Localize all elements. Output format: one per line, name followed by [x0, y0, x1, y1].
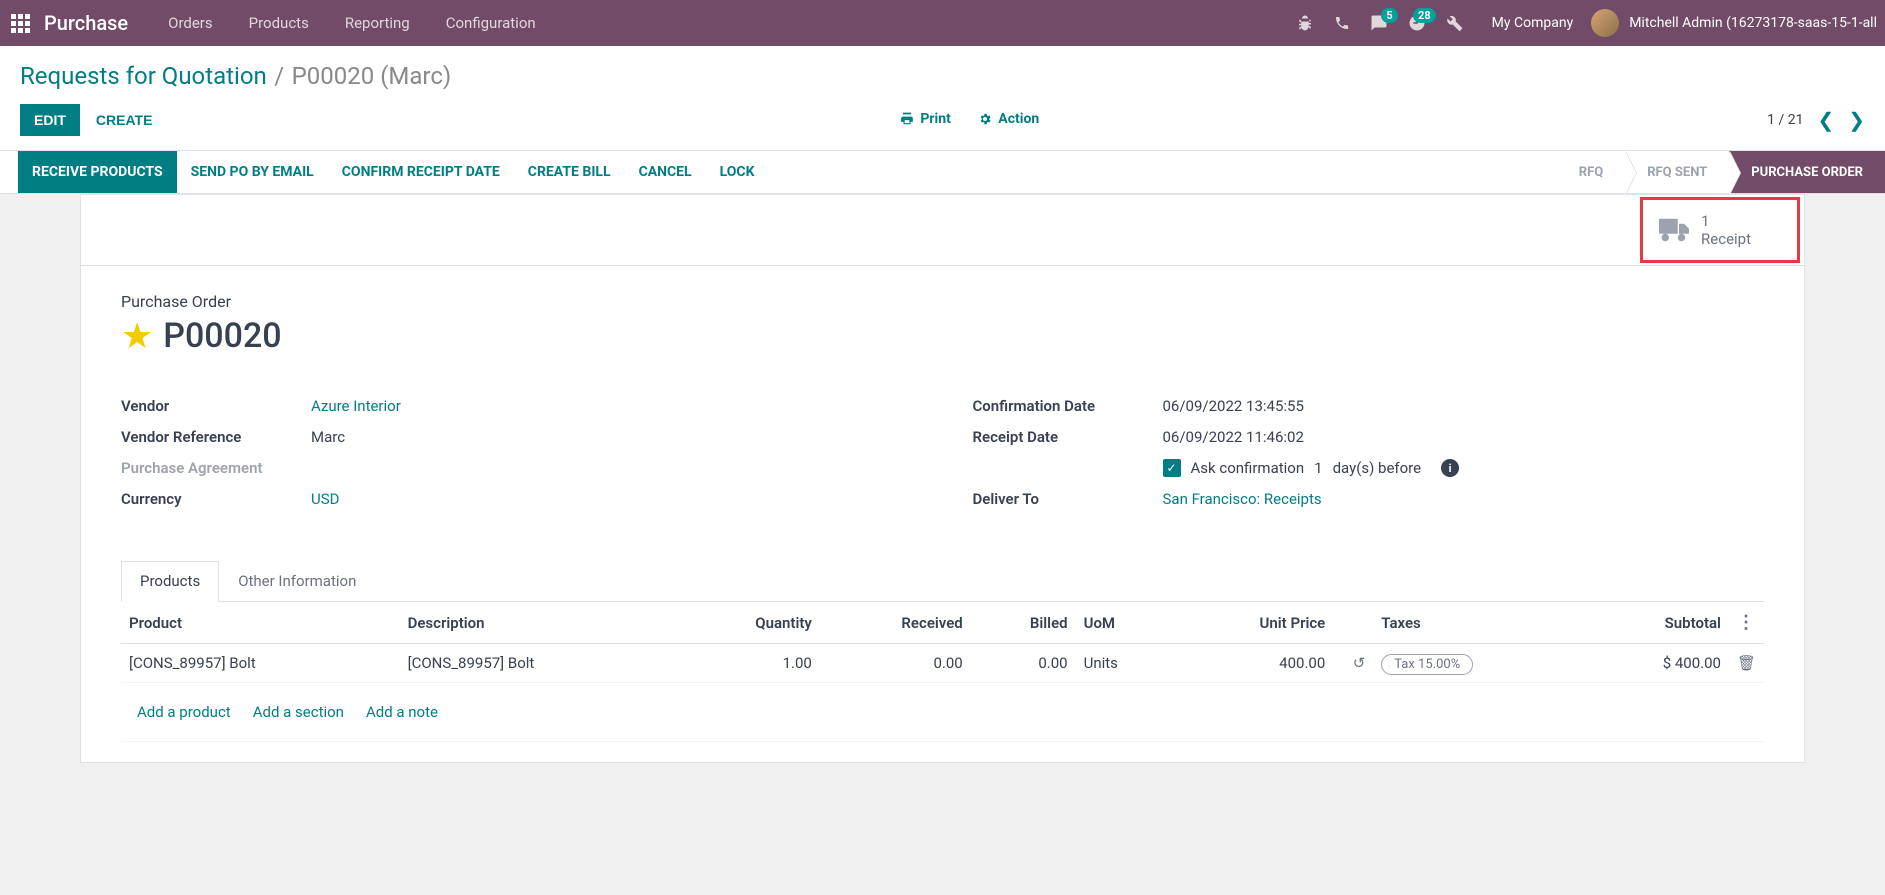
truck-icon — [1659, 218, 1689, 242]
print-icon — [900, 112, 914, 126]
activities-icon[interactable]: 28 — [1408, 14, 1426, 32]
nav-products[interactable]: Products — [249, 14, 309, 32]
tabs: Products Other Information — [121, 561, 1764, 602]
cell-desc: [CONS_89957] Bolt — [400, 644, 679, 683]
add-product-link[interactable]: Add a product — [137, 703, 231, 721]
nav-configuration[interactable]: Configuration — [446, 14, 536, 32]
th-received[interactable]: Received — [820, 602, 971, 644]
messages-icon[interactable]: 5 — [1370, 14, 1388, 32]
form-sheet: 1 Receipt Purchase Order ★ P00020 Vendor… — [80, 194, 1805, 763]
delete-row-icon[interactable]: 🗑 — [1737, 654, 1756, 672]
record-name: P00020 — [163, 316, 281, 356]
cell-received: 0.00 — [820, 644, 971, 683]
print-button[interactable]: Print — [900, 111, 950, 127]
columns-menu-icon[interactable]: ⋮ — [1737, 612, 1755, 633]
toolbar: EDIT CREATE Print Action 1 / 21 ❮ ❯ — [0, 94, 1885, 150]
pager-prev[interactable]: ❮ — [1817, 108, 1834, 132]
activities-badge: 28 — [1413, 8, 1436, 23]
pager-next[interactable]: ❯ — [1848, 108, 1865, 132]
receipt-label: Receipt — [1701, 230, 1751, 248]
tab-other-info[interactable]: Other Information — [219, 561, 375, 601]
star-icon[interactable]: ★ — [121, 315, 153, 357]
th-uom[interactable]: UoM — [1076, 602, 1174, 644]
tools-icon[interactable] — [1446, 14, 1464, 32]
nav-orders[interactable]: Orders — [168, 14, 213, 32]
confirm-receipt-date-button[interactable]: CONFIRM RECEIPT DATE — [328, 151, 514, 193]
purchase-agreement-label: Purchase Agreement — [121, 459, 311, 477]
receipt-date-label: Receipt Date — [973, 428, 1163, 446]
receipt-stat-button[interactable]: 1 Receipt — [1640, 197, 1800, 263]
vendor-value[interactable]: Azure Interior — [311, 397, 401, 415]
receipt-count: 1 — [1701, 212, 1751, 230]
gear-icon — [978, 112, 992, 126]
navbar: Purchase Orders Products Reporting Confi… — [0, 0, 1885, 46]
tab-products[interactable]: Products — [121, 561, 219, 602]
bug-icon[interactable] — [1296, 14, 1314, 32]
user-name: Mitchell Admin (16273178-saas-15-1-all — [1629, 15, 1877, 31]
record-type: Purchase Order — [121, 292, 1764, 311]
th-billed[interactable]: Billed — [971, 602, 1076, 644]
status-steps: RFQ RFQ SENT PURCHASE ORDER — [1557, 151, 1885, 193]
step-purchase-order[interactable]: PURCHASE ORDER — [1729, 151, 1885, 193]
avatar — [1591, 9, 1619, 37]
currency-label: Currency — [121, 490, 311, 508]
th-description[interactable]: Description — [400, 602, 679, 644]
cell-price: 400.00 — [1174, 644, 1333, 683]
th-product[interactable]: Product — [121, 602, 400, 644]
breadcrumb-link[interactable]: Requests for Quotation — [20, 62, 267, 90]
breadcrumb-current: P00020 (Marc) — [292, 62, 452, 90]
edit-button[interactable]: EDIT — [20, 104, 80, 136]
app-brand[interactable]: Purchase — [44, 11, 128, 35]
cancel-button[interactable]: CANCEL — [625, 151, 706, 193]
add-section-link[interactable]: Add a section — [253, 703, 344, 721]
th-unit-price[interactable]: Unit Price — [1174, 602, 1333, 644]
breadcrumb: Requests for Quotation / P00020 (Marc) — [0, 46, 1885, 94]
confirmation-date-label: Confirmation Date — [973, 397, 1163, 415]
cell-subtotal: $ 400.00 — [1584, 644, 1729, 683]
receipt-date-value: 06/09/2022 11:46:02 — [1163, 428, 1304, 446]
receive-products-button[interactable]: RECEIVE PRODUCTS — [18, 151, 177, 193]
phone-icon[interactable] — [1334, 15, 1350, 31]
company-selector[interactable]: My Company — [1492, 15, 1574, 31]
step-rfq-sent[interactable]: RFQ SENT — [1625, 151, 1729, 193]
cell-qty: 1.00 — [678, 644, 820, 683]
apps-icon[interactable] — [8, 11, 32, 35]
action-button[interactable]: Action — [978, 111, 1039, 127]
step-rfq[interactable]: RFQ — [1557, 151, 1625, 193]
table-row[interactable]: [CONS_89957] Bolt [CONS_89957] Bolt 1.00… — [121, 644, 1764, 683]
confirmation-date-value: 06/09/2022 13:45:55 — [1163, 397, 1304, 415]
order-lines-table: Product Description Quantity Received Bi… — [121, 602, 1764, 742]
nav-reporting[interactable]: Reporting — [345, 14, 410, 32]
user-menu[interactable]: Mitchell Admin (16273178-saas-15-1-all — [1591, 9, 1877, 37]
th-subtotal[interactable]: Subtotal — [1584, 602, 1729, 644]
th-taxes[interactable]: Taxes — [1373, 602, 1584, 644]
lock-button[interactable]: LOCK — [706, 151, 769, 193]
create-bill-button[interactable]: CREATE BILL — [514, 151, 625, 193]
th-quantity[interactable]: Quantity — [678, 602, 820, 644]
deliver-to-value[interactable]: San Francisco: Receipts — [1163, 490, 1322, 508]
ask-confirmation-checkbox[interactable]: ✓ — [1163, 459, 1181, 477]
pager-text[interactable]: 1 / 21 — [1767, 112, 1803, 128]
currency-value[interactable]: USD — [311, 490, 339, 508]
tax-pill[interactable]: Tax 15.00% — [1381, 654, 1473, 675]
status-bar: RECEIVE PRODUCTS SEND PO BY EMAIL CONFIR… — [0, 150, 1885, 194]
vendor-ref-label: Vendor Reference — [121, 428, 311, 446]
messages-badge: 5 — [1381, 8, 1397, 23]
deliver-to-label: Deliver To — [973, 490, 1163, 508]
pager: 1 / 21 ❮ ❯ — [1767, 108, 1865, 132]
add-note-link[interactable]: Add a note — [366, 703, 438, 721]
create-button[interactable]: CREATE — [96, 112, 153, 128]
send-po-button[interactable]: SEND PO BY EMAIL — [177, 151, 328, 193]
cell-billed: 0.00 — [971, 644, 1076, 683]
history-icon[interactable]: ↺ — [1353, 654, 1366, 672]
cell-product: [CONS_89957] Bolt — [121, 644, 400, 683]
vendor-label: Vendor — [121, 397, 311, 415]
info-icon[interactable]: i — [1441, 459, 1459, 477]
vendor-ref-value: Marc — [311, 428, 345, 446]
cell-uom: Units — [1076, 644, 1174, 683]
